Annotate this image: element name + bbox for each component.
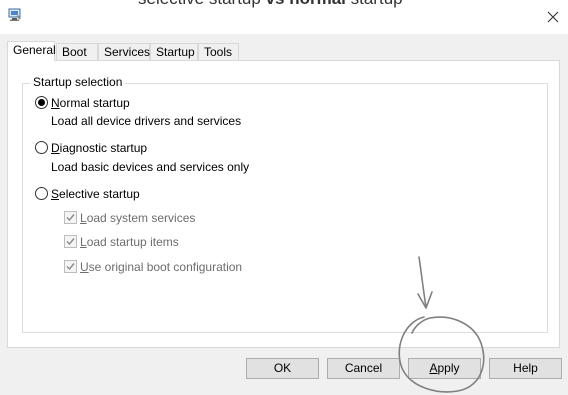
checkbox-checked-disabled-icon [64, 211, 77, 224]
normal-startup-radio[interactable]: Normal startup [35, 96, 130, 110]
startup-selection-group: Startup selection Normal startup Load al… [22, 75, 548, 333]
checkbox-checked-disabled-icon [64, 235, 77, 248]
load-system-services-checkbox[interactable]: Load system services [64, 211, 195, 225]
startup-selection-legend: Startup selection [30, 75, 126, 89]
ok-button[interactable]: OK [246, 358, 319, 379]
selective-startup-radio[interactable]: Selective startup [35, 187, 140, 201]
tab-boot[interactable]: Boot [56, 43, 98, 60]
use-original-boot-config-checkbox[interactable]: Use original boot configuration [64, 260, 242, 274]
diagnostic-startup-radio[interactable]: Diagnostic startup [35, 141, 147, 155]
radio-indicator[interactable] [35, 187, 48, 200]
normal-startup-description: Load all device drivers and services [51, 114, 242, 128]
radio-selected-indicator[interactable] [35, 96, 48, 109]
close-icon[interactable] [542, 6, 564, 28]
tab-general[interactable]: General [7, 41, 56, 61]
dialog-body: General Boot Services Startup Tools Star… [0, 34, 568, 395]
load-startup-items-checkbox[interactable]: Load startup items [64, 235, 179, 249]
checkbox-checked-disabled-icon [64, 260, 77, 273]
help-button[interactable]: Help [489, 358, 562, 379]
cropped-heading-text: selective startup vs normal startup [138, 0, 403, 9]
radio-indicator[interactable] [35, 141, 48, 154]
tab-strip: General Boot Services Startup Tools [0, 34, 568, 61]
diagnostic-startup-description: Load basic devices and services only [51, 160, 250, 174]
general-tab-panel: Startup selection Normal startup Load al… [7, 60, 560, 348]
system-configuration-icon [8, 8, 21, 21]
title-bar: selective startup vs normal startup [0, 0, 568, 34]
tab-startup[interactable]: Startup [150, 43, 198, 60]
tab-tools[interactable]: Tools [198, 43, 239, 60]
tab-services[interactable]: Services [98, 43, 150, 60]
cancel-button[interactable]: Cancel [327, 358, 400, 379]
apply-button[interactable]: Apply [408, 358, 481, 379]
